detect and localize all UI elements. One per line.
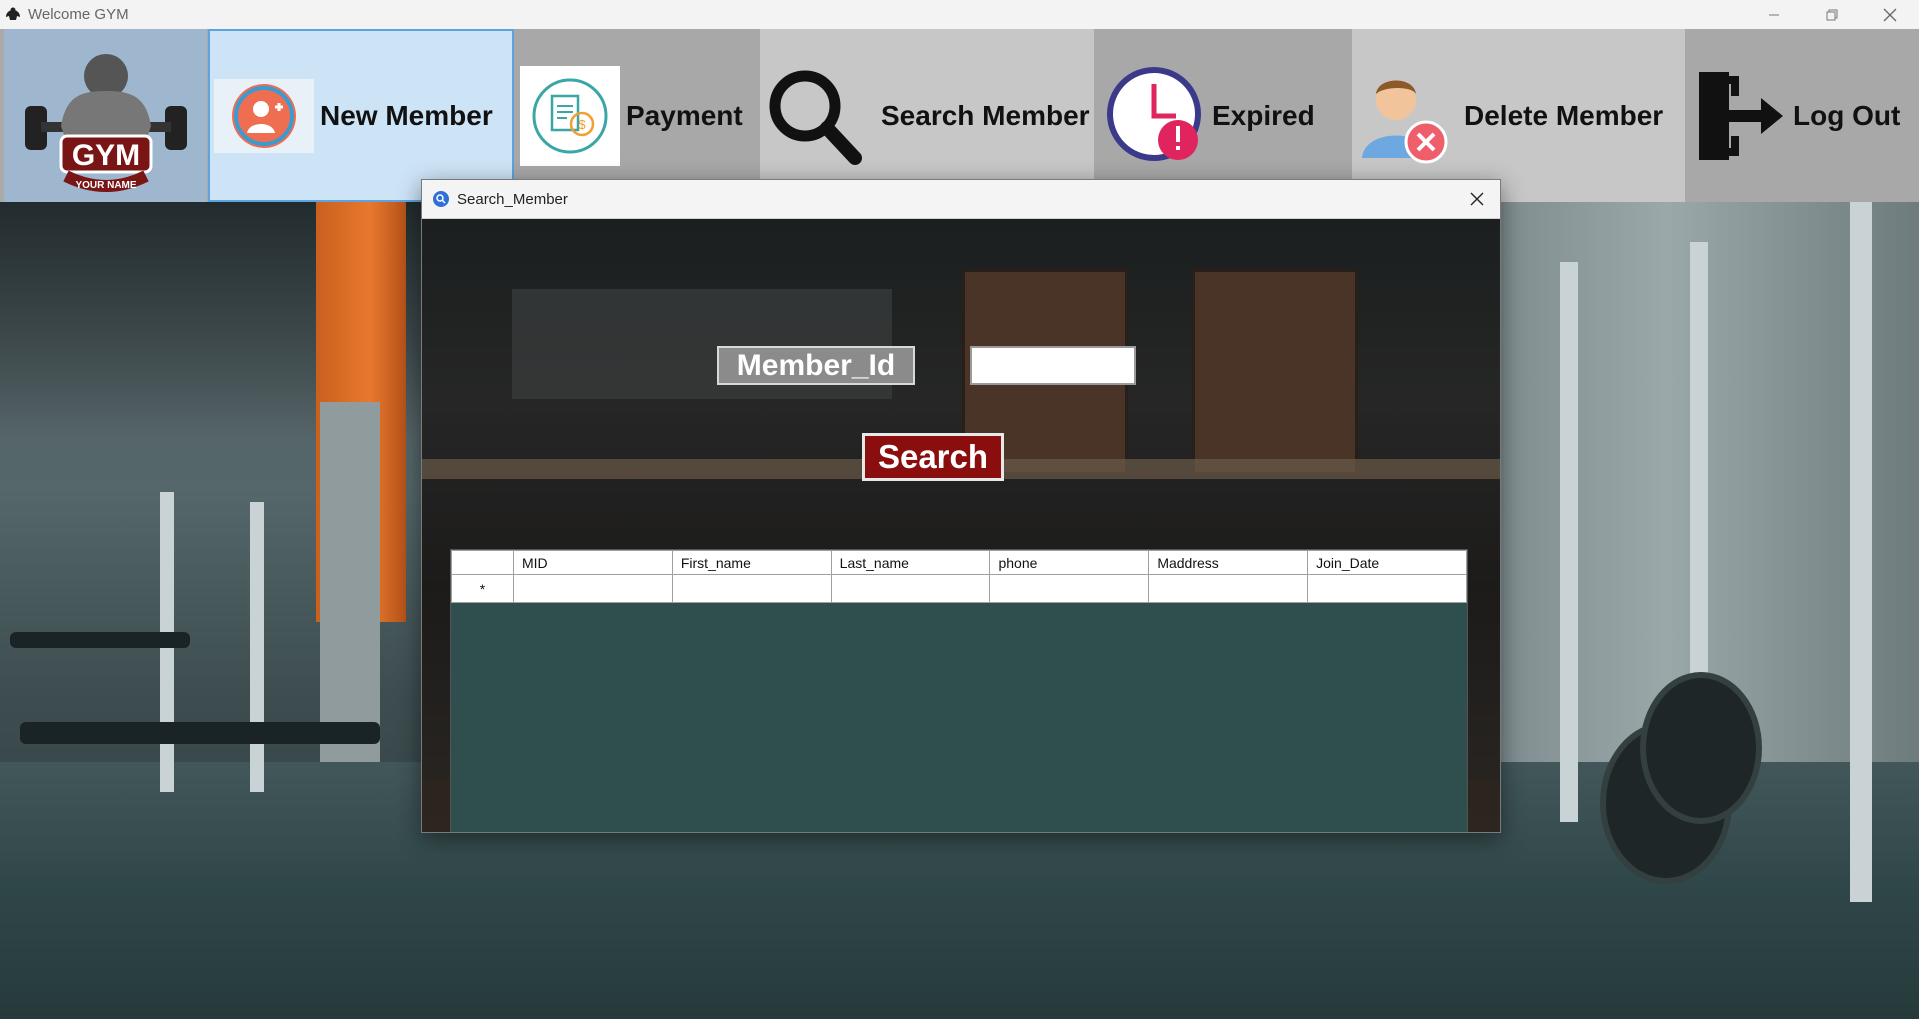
expired-button[interactable]: Expired xyxy=(1094,29,1352,202)
column-header-join-date[interactable]: Join_Date xyxy=(1307,550,1467,575)
grid-cell[interactable] xyxy=(1148,574,1309,603)
restore-icon xyxy=(1826,9,1838,20)
new-member-button[interactable]: New Member xyxy=(208,29,514,202)
dialog-close-button[interactable] xyxy=(1462,184,1492,214)
dialog-title: Search_Member xyxy=(457,190,568,208)
payment-label: Payment xyxy=(626,99,743,131)
delete-member-label: Delete Member xyxy=(1464,99,1664,131)
minimize-button[interactable] xyxy=(1745,0,1803,29)
grid-cell[interactable] xyxy=(989,574,1150,603)
grid-corner-header[interactable] xyxy=(451,550,514,575)
payment-icon: $ xyxy=(520,65,620,166)
svg-text:YOUR NAME: YOUR NAME xyxy=(75,180,136,191)
payment-button[interactable]: $ Payment xyxy=(514,29,760,202)
close-button[interactable] xyxy=(1861,0,1919,29)
column-header-first-name[interactable]: First_name xyxy=(671,550,832,575)
grid-cell[interactable] xyxy=(830,574,991,603)
column-header-phone[interactable]: phone xyxy=(989,550,1150,575)
gym-logo: GYM YOUR NAME xyxy=(4,29,207,202)
minimize-icon xyxy=(1769,14,1779,15)
dialog-title-bar: Search_Member xyxy=(422,180,1500,219)
svg-text:$: $ xyxy=(578,117,586,132)
app-globe-icon xyxy=(432,190,450,208)
delete-member-button[interactable]: Delete Member xyxy=(1352,29,1685,202)
new-member-label: New Member xyxy=(320,99,493,131)
search-member-label: Search Member xyxy=(881,99,1090,131)
main-toolbar: GYM YOUR NAME New Member $ Payment Searc… xyxy=(0,29,1919,202)
muscle-app-icon xyxy=(4,6,22,24)
remove-user-icon xyxy=(1354,61,1454,171)
column-header-last-name[interactable]: Last_name xyxy=(830,550,991,575)
restore-button[interactable] xyxy=(1803,0,1861,29)
expired-label: Expired xyxy=(1212,99,1315,131)
gym-logo-icon: GYM YOUR NAME xyxy=(24,53,187,192)
new-row-marker[interactable]: * xyxy=(451,574,514,603)
logout-door-icon xyxy=(1689,61,1789,171)
title-bar: Welcome GYM xyxy=(0,0,1919,29)
dialog-background-image: Member_Id Search MID First_name Last_nam… xyxy=(422,219,1500,832)
log-out-label: Log Out xyxy=(1793,99,1901,131)
grid-new-row[interactable]: * xyxy=(451,574,1467,603)
add-user-icon xyxy=(214,78,314,153)
magnifier-icon xyxy=(765,61,865,171)
grid-cell[interactable] xyxy=(513,574,673,603)
close-icon xyxy=(1883,8,1897,21)
member-id-input[interactable] xyxy=(970,346,1136,385)
search-member-dialog: Search_Member Member_Id Search MID First… xyxy=(421,179,1501,833)
grid-header-row: MID First_name Last_name phone Maddress … xyxy=(451,550,1467,575)
members-data-grid[interactable]: MID First_name Last_name phone Maddress … xyxy=(450,549,1468,832)
search-member-button[interactable]: Search Member xyxy=(760,29,1094,202)
search-button[interactable]: Search xyxy=(862,433,1004,481)
close-icon xyxy=(1470,192,1484,206)
column-header-mid[interactable]: MID xyxy=(513,550,673,575)
column-header-maddress[interactable]: Maddress xyxy=(1148,550,1309,575)
member-id-label: Member_Id xyxy=(717,346,915,385)
svg-text:GYM: GYM xyxy=(71,139,139,172)
grid-cell[interactable] xyxy=(671,574,832,603)
log-out-button[interactable]: Log Out xyxy=(1685,29,1919,202)
grid-cell[interactable] xyxy=(1307,574,1467,603)
window-title: Welcome GYM xyxy=(28,6,129,23)
clock-alert-icon xyxy=(1104,64,1208,168)
